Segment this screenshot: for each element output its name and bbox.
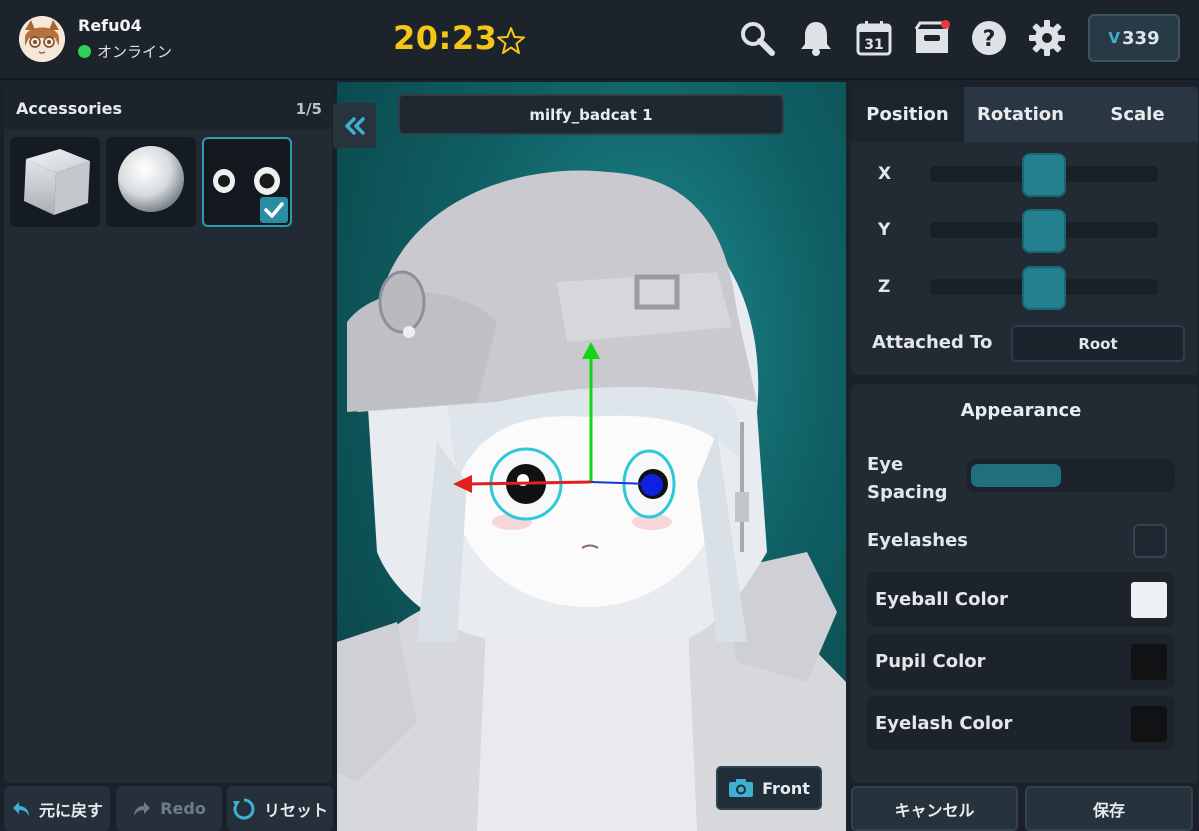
accessory-sphere[interactable] <box>106 137 196 227</box>
appearance-title: Appearance <box>960 400 1082 421</box>
pupil-color-swatch[interactable] <box>1131 644 1167 680</box>
reset-label: リセット <box>263 800 328 820</box>
selected-check-icon <box>260 197 288 223</box>
search-icon[interactable] <box>737 18 777 58</box>
appearance-panel: Appearance Eye Spacing Eyelashes Eyeball… <box>851 384 1198 783</box>
accessories-count: 1/5 <box>295 100 322 118</box>
undo-icon <box>12 801 29 816</box>
redo-icon <box>134 801 151 816</box>
save-button[interactable]: 保存 <box>1025 786 1193 831</box>
double-chevron-left-icon <box>344 116 365 135</box>
undo-button[interactable]: 元に戻す <box>4 786 110 831</box>
reset-icon <box>232 798 255 819</box>
currency-symbol: V <box>1108 29 1121 47</box>
z-slider-knob[interactable] <box>1022 266 1066 310</box>
eyelash-color-label: Eyelash Color <box>875 713 1013 734</box>
calendar-icon[interactable]: 31 <box>854 18 894 58</box>
tab-position[interactable]: Position <box>851 87 964 142</box>
avatar-model <box>337 170 846 831</box>
axis-y-label: Y <box>878 220 891 240</box>
redo-label: Redo <box>160 799 206 818</box>
front-label: Front <box>762 778 810 798</box>
x-slider[interactable] <box>930 153 1158 197</box>
online-dot-icon <box>78 45 91 58</box>
inbox-icon[interactable] <box>912 18 952 58</box>
cancel-button[interactable]: キャンセル <box>851 786 1018 831</box>
attached-to-label: Attached To <box>872 332 993 353</box>
camera-icon <box>729 779 754 797</box>
pupil-color-row[interactable]: Pupil Color <box>867 634 1175 689</box>
username: Refu04 <box>78 16 142 35</box>
y-slider-knob[interactable] <box>1022 209 1066 253</box>
z-slider[interactable] <box>930 266 1158 310</box>
online-status: オンライン <box>78 41 172 62</box>
x-slider-knob[interactable] <box>1022 153 1066 197</box>
eyelash-color-row[interactable]: Eyelash Color <box>867 696 1175 751</box>
undo-label: 元に戻す <box>38 800 103 820</box>
bell-icon[interactable] <box>796 18 836 58</box>
transform-panel: Position Rotation Scale X Y Z Attached T… <box>851 87 1198 375</box>
accessories-panel: Accessories 1/5 <box>4 87 332 783</box>
eye-spacing-fill <box>971 464 1061 487</box>
tab-rotation[interactable]: Rotation <box>964 87 1077 142</box>
avatar-viewport[interactable] <box>337 82 846 831</box>
eyelashes-checkbox[interactable] <box>1133 524 1167 558</box>
top-bar: Refu04 オンライン 20:23 31 ? V 339 <box>0 0 1199 80</box>
y-slider[interactable] <box>930 209 1158 253</box>
svg-text:?: ? <box>983 27 996 52</box>
axis-x-label: X <box>878 164 892 184</box>
eyeball-color-row[interactable]: Eyeball Color <box>867 572 1175 627</box>
avatar[interactable] <box>19 16 65 62</box>
notification-badge <box>941 20 950 29</box>
eyelash-color-swatch[interactable] <box>1131 706 1167 742</box>
eyeball-color-label: Eyeball Color <box>875 589 1008 610</box>
clock: 20:23 <box>393 19 498 57</box>
help-icon[interactable]: ? <box>969 18 1009 58</box>
tab-scale[interactable]: Scale <box>1077 87 1198 142</box>
redo-button[interactable]: Redo <box>116 786 222 831</box>
gear-icon[interactable] <box>1027 18 1067 58</box>
accessory-googly-eyes[interactable] <box>202 137 292 227</box>
eye-spacing-label: Eye Spacing <box>867 454 948 503</box>
model-name-field[interactable]: milfy_badcat 1 <box>398 94 784 135</box>
status-text: オンライン <box>97 43 173 61</box>
reset-button[interactable]: リセット <box>227 786 333 831</box>
accessory-cube[interactable] <box>10 137 100 227</box>
star-icon[interactable] <box>496 26 526 56</box>
eyelashes-label: Eyelashes <box>867 530 969 551</box>
currency-amount: 339 <box>1122 27 1160 49</box>
collapse-panel-button[interactable] <box>333 103 376 148</box>
accessories-header: Accessories 1/5 <box>4 87 332 129</box>
front-view-button[interactable]: Front <box>716 766 822 810</box>
axis-z-label: Z <box>878 277 891 297</box>
eyeball-color-swatch[interactable] <box>1131 582 1167 618</box>
calendar-day: 31 <box>864 37 883 53</box>
attached-to-select[interactable]: Root <box>1011 325 1185 362</box>
currency-button[interactable]: V 339 <box>1088 14 1180 62</box>
accessories-title: Accessories <box>16 99 122 118</box>
eye-spacing-slider[interactable] <box>967 459 1175 492</box>
pupil-color-label: Pupil Color <box>875 651 986 672</box>
